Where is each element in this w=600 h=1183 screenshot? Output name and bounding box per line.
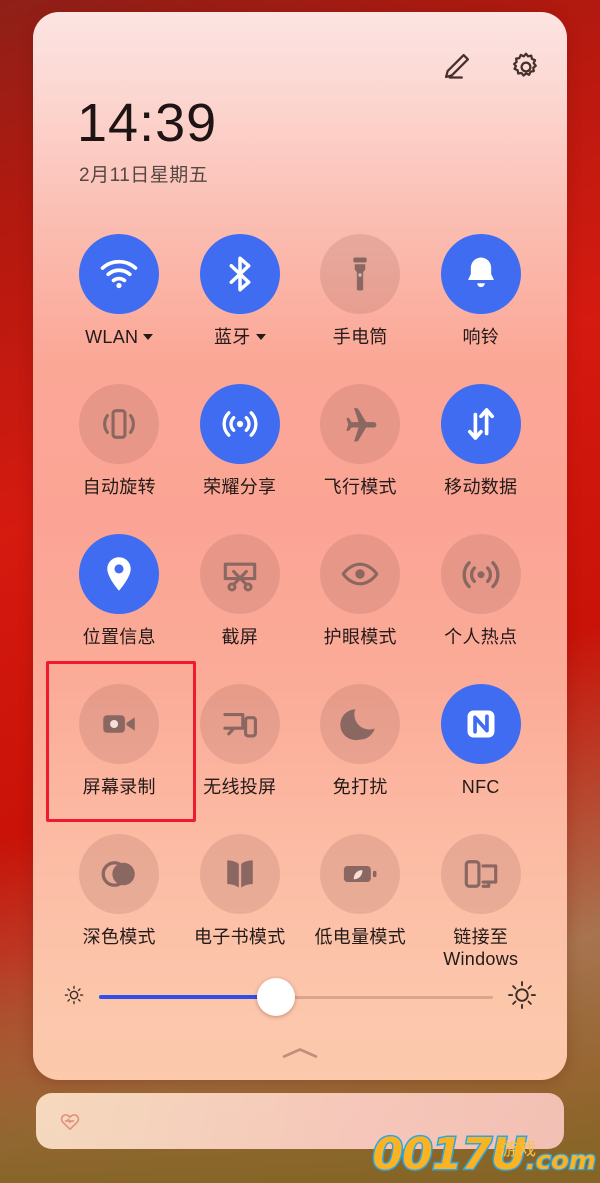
wireless-cast-icon[interactable]: [199, 684, 280, 764]
hotspot-icon[interactable]: [440, 534, 521, 614]
quick-tile-nfc[interactable]: NFC: [421, 680, 542, 830]
quick-tile-label: 护眼模式: [323, 627, 397, 647]
pencil-edit-icon[interactable]: [439, 50, 473, 84]
quick-tile-dark-mode[interactable]: 深色模式: [59, 830, 180, 980]
quick-tile-label: WLAN: [85, 327, 154, 349]
airplane-icon[interactable]: [320, 384, 401, 464]
quick-tile-label: 位置信息: [82, 627, 156, 647]
notification-card[interactable]: [36, 1093, 564, 1149]
date-label: 2月11日星期五: [79, 165, 209, 186]
sun-small-icon: [63, 984, 85, 1011]
quick-tile-bluetooth[interactable]: 蓝牙: [180, 230, 301, 380]
quick-tile-wifi[interactable]: WLAN: [59, 230, 180, 380]
quick-tile-hotspot[interactable]: 个人热点: [421, 530, 542, 680]
quick-tile-bell[interactable]: 响铃: [421, 230, 542, 380]
watermark-domain-suffix: .com: [524, 1145, 597, 1178]
quick-tile-label: 链接至 Windows: [443, 927, 519, 969]
gear-icon[interactable]: [509, 50, 543, 84]
slider-knob[interactable]: [257, 978, 296, 1016]
dark-mode-icon[interactable]: [79, 834, 160, 914]
quick-tile-label: 个人热点: [444, 627, 518, 647]
screen-record-icon[interactable]: [79, 684, 160, 764]
chevron-up-icon: [278, 1045, 322, 1066]
quick-tile-battery-saver[interactable]: 低电量模式: [300, 830, 421, 980]
quick-tile-label: 移动数据: [444, 477, 518, 497]
quick-tile-label: 免打扰: [332, 777, 388, 797]
auto-rotate-icon[interactable]: [79, 384, 160, 464]
brightness-control: [63, 972, 537, 1022]
quick-tile-label: 手电筒: [332, 327, 388, 347]
header-icon-group: [439, 50, 543, 84]
brightness-slider[interactable]: [99, 978, 493, 1016]
quick-tile-wireless-cast[interactable]: 无线投屏: [180, 680, 301, 830]
quick-tile-label: 低电量模式: [314, 927, 406, 947]
quick-tile-ebook[interactable]: 电子书模式: [180, 830, 301, 980]
quick-tile-label: 自动旋转: [82, 477, 156, 497]
collapse-handle[interactable]: [33, 1045, 567, 1066]
quick-tile-screen-record[interactable]: 屏幕录制: [59, 680, 180, 830]
quick-tile-auto-rotate[interactable]: 自动旋转: [59, 380, 180, 530]
quick-tile-mobile-data[interactable]: 移动数据: [421, 380, 542, 530]
quick-tile-label: 屏幕录制: [82, 777, 156, 797]
quick-tile-label: 截屏: [221, 627, 259, 647]
quick-tile-moon-dnd[interactable]: 免打扰: [300, 680, 421, 830]
quick-tile-screenshot[interactable]: 截屏: [180, 530, 301, 680]
chevron-down-icon[interactable]: [143, 334, 154, 340]
bluetooth-icon[interactable]: [199, 234, 280, 314]
nfc-icon[interactable]: [440, 684, 521, 764]
bell-icon[interactable]: [440, 234, 521, 314]
quick-tile-label: 深色模式: [82, 927, 156, 947]
quick-tile-label: 响铃: [462, 327, 500, 347]
quick-tile-label: 飞行模式: [323, 477, 397, 497]
heart-health-icon: [58, 1109, 82, 1133]
moon-dnd-icon[interactable]: [320, 684, 401, 764]
quick-tile-label: 电子书模式: [194, 927, 286, 947]
eye-comfort-icon[interactable]: [320, 534, 401, 614]
mobile-data-icon[interactable]: [440, 384, 521, 464]
screenshot-icon[interactable]: [199, 534, 280, 614]
location-pin-icon[interactable]: [79, 534, 160, 614]
quick-tile-label: 荣耀分享: [203, 477, 277, 497]
chevron-down-icon[interactable]: [255, 334, 266, 340]
flashlight-icon[interactable]: [320, 234, 401, 314]
clock-time: 14:39: [77, 93, 218, 153]
sun-large-icon: [507, 980, 537, 1015]
quick-tile-airplane[interactable]: 飞行模式: [300, 380, 421, 530]
quick-tile-flashlight[interactable]: 手电筒: [300, 230, 421, 380]
phone-screenshot: 14:39 2月11日星期五 WLAN 蓝牙 手电筒 响铃自动旋转 荣耀分享 飞行模式 移动…: [0, 0, 600, 1183]
ebook-icon[interactable]: [199, 834, 280, 914]
control-center-panel: 14:39 2月11日星期五 WLAN 蓝牙 手电筒 响铃自动旋转 荣耀分享 飞行模式 移动…: [33, 12, 567, 1080]
quick-settings-grid: WLAN 蓝牙 手电筒 响铃自动旋转 荣耀分享 飞行模式 移动数据位置信息 截屏 护眼模式 个人热…: [59, 230, 541, 980]
quick-tile-link-to-windows[interactable]: 链接至 Windows: [421, 830, 542, 980]
quick-tile-label: 无线投屏: [203, 777, 277, 797]
slider-fill: [99, 995, 277, 999]
link-to-windows-icon[interactable]: [440, 834, 521, 914]
battery-saver-icon[interactable]: [320, 834, 401, 914]
quick-tile-honor-share[interactable]: 荣耀分享: [180, 380, 301, 530]
wifi-icon[interactable]: [79, 234, 160, 314]
quick-tile-location-pin[interactable]: 位置信息: [59, 530, 180, 680]
quick-tile-eye-comfort[interactable]: 护眼模式: [300, 530, 421, 680]
quick-tile-label: 蓝牙: [214, 327, 266, 349]
honor-share-icon[interactable]: [199, 384, 280, 464]
quick-tile-label: NFC: [461, 777, 500, 797]
